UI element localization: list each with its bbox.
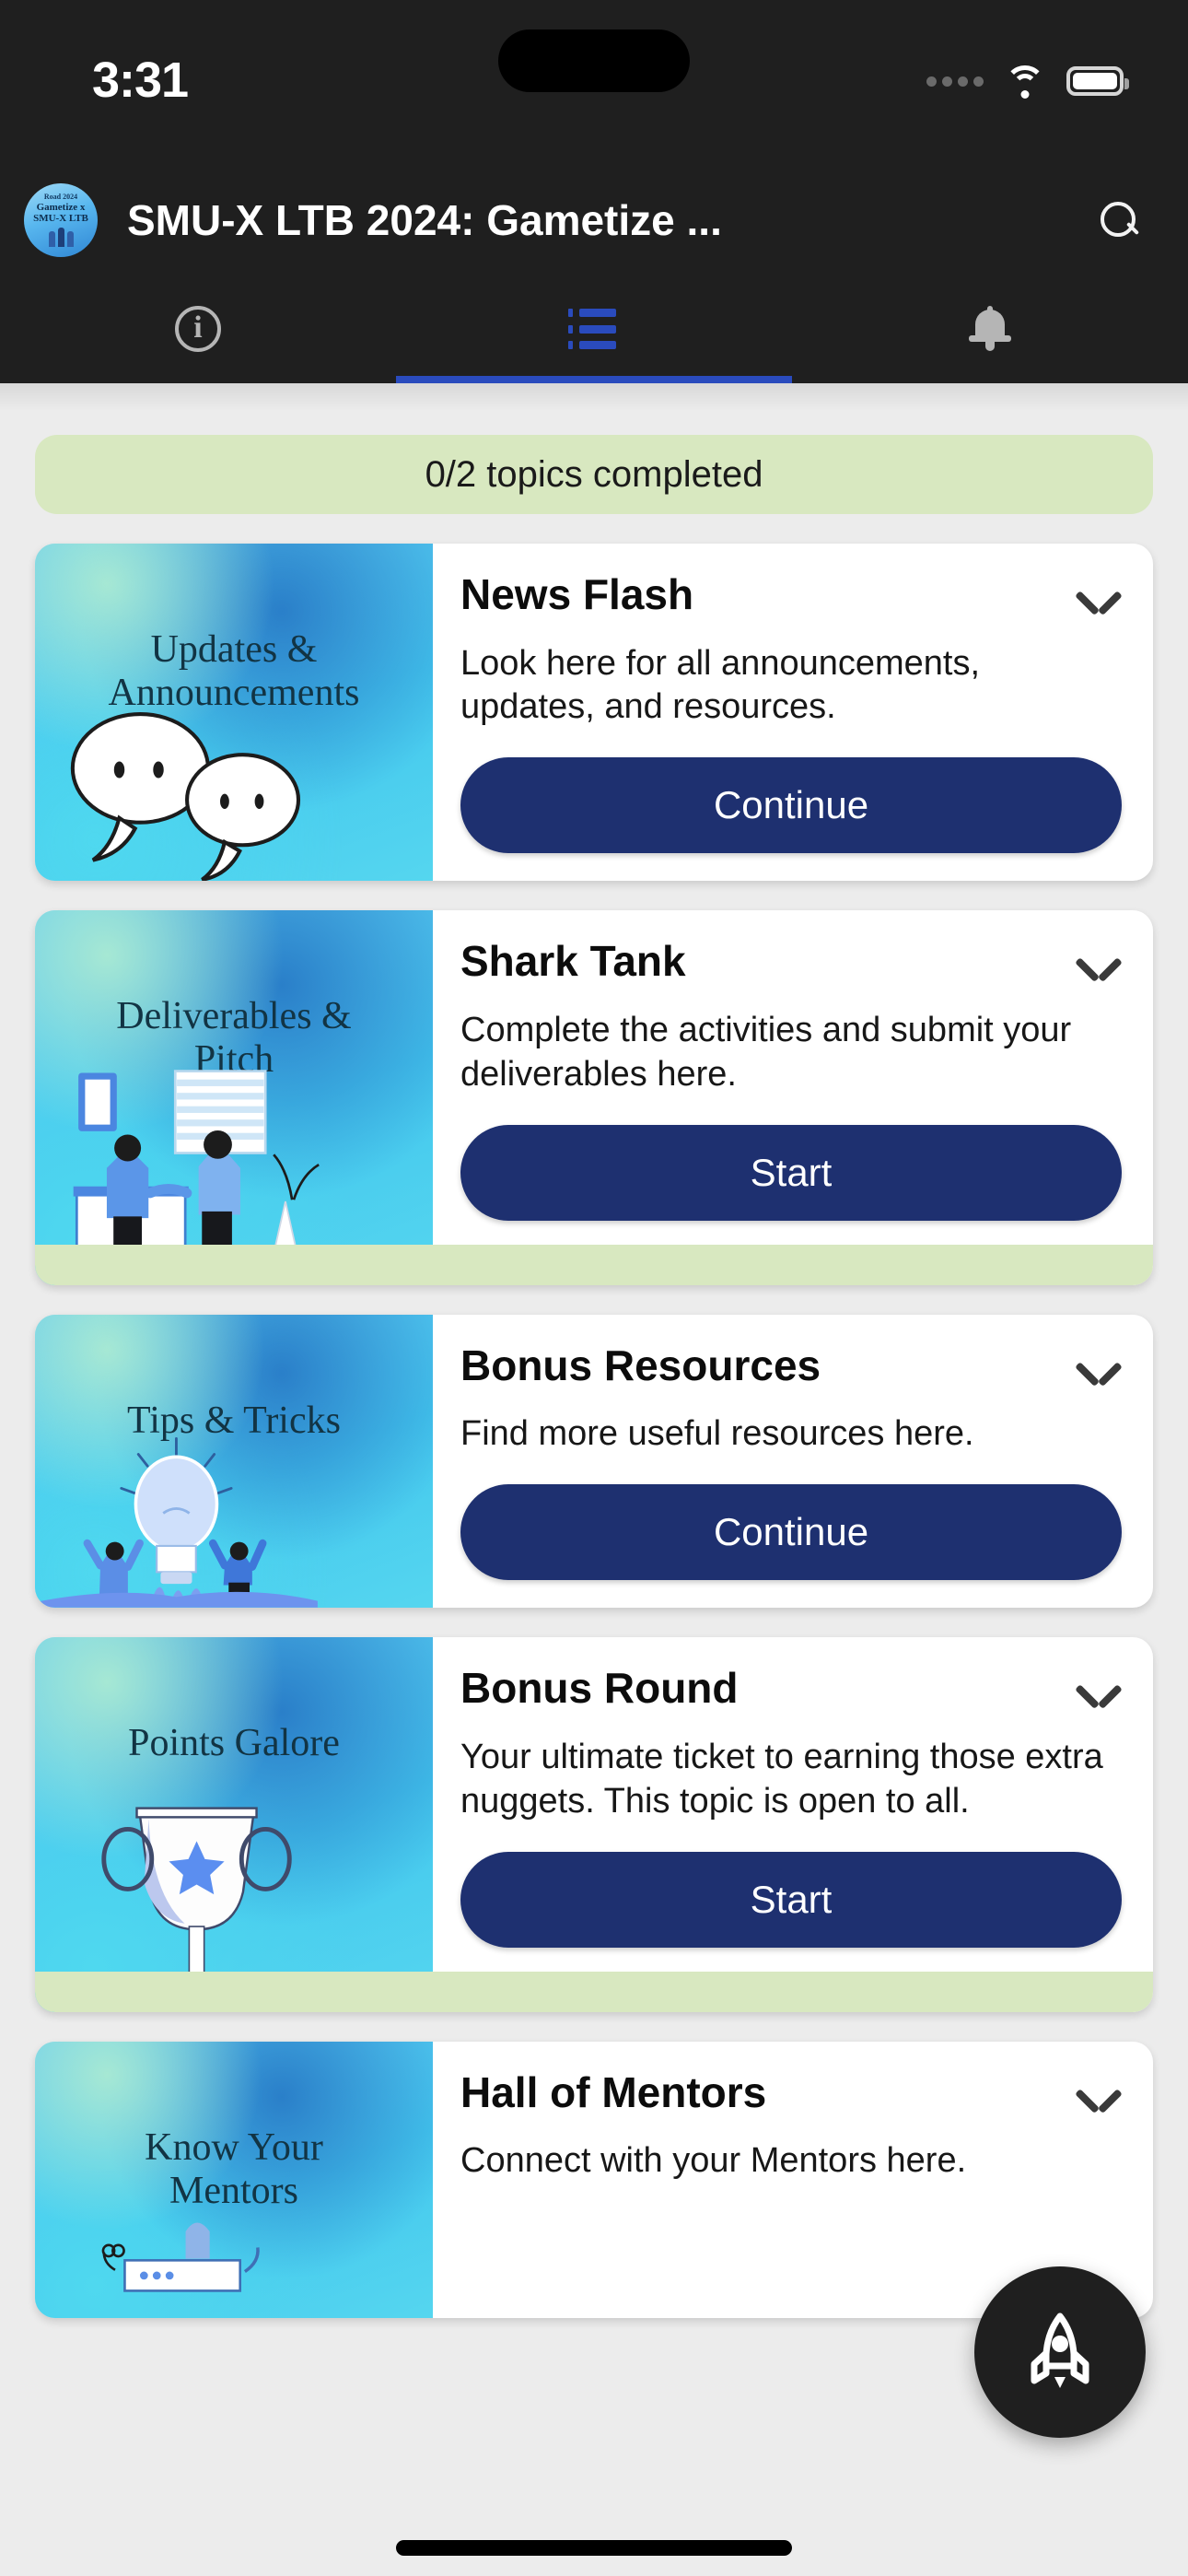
lightbulb-people-icon [35, 1437, 318, 1609]
topic-action-button[interactable]: Start [460, 1124, 1122, 1221]
thumbnail-caption: Tips & Tricks [127, 1399, 341, 1442]
dynamic-island [498, 29, 690, 92]
app-bar: Road 2024 Gametize x SMU-X LTB SMU-X LTB… [0, 166, 1188, 275]
status-time: 3:31 [92, 53, 189, 108]
topic-card[interactable]: Tips & Tricks Bonus Resources Find more … [35, 1314, 1153, 1609]
topic-thumbnail: Tips & Tricks [35, 1314, 433, 1609]
phone-screen: 3:31 Road 2024 Gametize x SMU-X LTB SMU-… [0, 0, 1188, 2576]
progress-label: 0/2 topics completed [425, 453, 763, 495]
app-logo-top-text: Road 2024 [43, 193, 78, 202]
topic-progress-footer [35, 1971, 1153, 2012]
topic-thumbnail: Deliverables & Pitch [35, 910, 433, 1285]
topic-thumbnail: Updates & Announcements [35, 544, 433, 882]
topic-description: Complete the activities and submit your … [460, 1010, 1072, 1094]
search-icon [1101, 202, 1137, 239]
list-icon [568, 309, 620, 349]
thumbnail-caption: Points Galore [128, 1722, 340, 1765]
topic-description: Find more useful resources here. [460, 1414, 974, 1454]
app-logo-title: Gametize x SMU-X LTB [33, 203, 88, 224]
scroll-shadow [0, 383, 1188, 411]
mentors-desk-icon [101, 2221, 260, 2292]
signal-dots-icon [926, 76, 984, 87]
topic-title: Bonus Resources [460, 1341, 821, 1389]
tab-topics[interactable] [396, 275, 792, 383]
topic-card-body: Shark Tank Complete the activities and s… [433, 910, 1153, 1284]
chevron-down-icon[interactable] [1077, 579, 1120, 621]
topic-title: Hall of Mentors [460, 2067, 767, 2116]
launch-fab-button[interactable] [974, 2266, 1146, 2438]
topic-thumbnail: Points Galore [35, 1637, 433, 2012]
home-indicator [396, 2540, 792, 2556]
chevron-down-icon[interactable] [1077, 2077, 1120, 2119]
page-title: SMU-X LTB 2024: Gametize ... [127, 196, 722, 244]
status-indicators [926, 65, 1129, 99]
chevron-down-icon[interactable] [1077, 1672, 1120, 1715]
battery-icon [1066, 66, 1129, 96]
progress-banner: 0/2 topics completed [35, 435, 1153, 514]
chevron-down-icon[interactable] [1077, 945, 1120, 988]
app-logo: Road 2024 Gametize x SMU-X LTB [24, 183, 98, 257]
tab-active-indicator [396, 376, 792, 383]
topic-card-body: News Flash Look here for all announcemen… [433, 544, 1153, 881]
speech-bubbles-icon [70, 711, 301, 882]
rocket-icon [1031, 2313, 1089, 2388]
topic-thumbnail: Know Your Mentors [35, 2041, 433, 2318]
search-button[interactable] [1087, 188, 1151, 252]
info-circle-icon: i [175, 306, 221, 352]
app-logo-line1: Gametize x [36, 202, 86, 214]
topic-title: Bonus Round [460, 1664, 739, 1713]
topic-title: News Flash [460, 570, 694, 618]
topic-card[interactable]: Deliverables & Pitch Shark Tank Complete… [35, 910, 1153, 1285]
topic-progress-footer [35, 1244, 1153, 1285]
topic-action-button[interactable]: Start [460, 1851, 1122, 1948]
app-logo-figures [48, 227, 74, 247]
topic-action-button[interactable]: Continue [460, 757, 1122, 854]
tab-info[interactable]: i [0, 275, 396, 383]
topic-description: Look here for all announcements, updates… [460, 643, 981, 727]
wifi-icon [1004, 65, 1046, 99]
topic-card-body: Bonus Resources Find more useful resourc… [433, 1315, 1153, 1608]
chevron-down-icon[interactable] [1077, 1350, 1120, 1392]
topic-title: Shark Tank [460, 937, 686, 986]
topic-card[interactable]: Know Your Mentors Hall of Mentors Connect… [35, 2041, 1153, 2318]
topic-card[interactable]: Points Galore Bonus Round Your ultimate … [35, 1637, 1153, 2012]
status-bar: 3:31 [0, 0, 1188, 166]
topic-description: Connect with your Mentors here. [460, 2141, 967, 2181]
topic-card-body: Bonus Round Your ultimate ticket to earn… [433, 1637, 1153, 2011]
topic-card[interactable]: Updates & Announcements News Flash Look h… [35, 544, 1153, 882]
topics-list[interactable]: 0/2 topics completed Updates & Announceme… [0, 383, 1188, 2576]
topic-description: Your ultimate ticket to earning those ex… [460, 1737, 1103, 1821]
topic-action-button[interactable]: Continue [460, 1484, 1122, 1581]
tab-notifications[interactable] [792, 275, 1188, 383]
bell-icon [969, 306, 1011, 352]
app-logo-line2: SMU-X LTB [33, 213, 88, 224]
tab-bar: i [0, 275, 1188, 383]
